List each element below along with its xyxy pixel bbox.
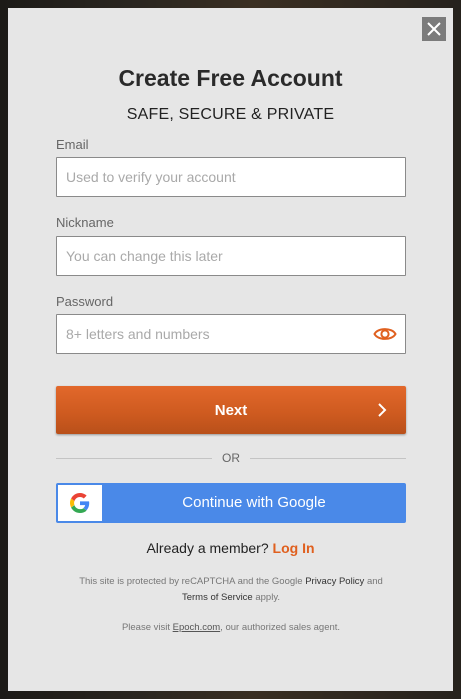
terms-of-service-link[interactable]: Terms of Service bbox=[182, 592, 253, 603]
password-label: Password bbox=[56, 294, 114, 309]
password-field[interactable] bbox=[57, 315, 405, 353]
continue-with-google-button[interactable]: Continue with Google bbox=[56, 483, 406, 523]
close-icon bbox=[427, 22, 441, 36]
recaptcha-notice: This site is protected by reCAPTCHA and … bbox=[56, 574, 406, 606]
divider-line-right bbox=[250, 457, 406, 459]
or-label: OR bbox=[222, 451, 240, 465]
or-divider: OR bbox=[56, 450, 406, 466]
recaptcha-prefix: This site is protected by reCAPTCHA and … bbox=[79, 576, 303, 587]
nickname-field-wrapper bbox=[56, 236, 406, 276]
page-title: Create Free Account bbox=[118, 65, 343, 91]
eye-icon[interactable] bbox=[373, 324, 397, 344]
email-field[interactable] bbox=[57, 158, 405, 196]
next-button[interactable]: Next bbox=[56, 386, 406, 434]
page-subtitle: SAFE, SECURE & PRIVATE bbox=[126, 106, 335, 123]
close-button[interactable] bbox=[422, 17, 446, 41]
agent-prefix: Please visit bbox=[121, 622, 170, 633]
google-button-label: Continue with Google bbox=[182, 494, 326, 511]
google-logo-box bbox=[58, 485, 102, 521]
nickname-label: Nickname bbox=[56, 215, 114, 230]
agent-suffix: , our authorized sales agent. bbox=[220, 622, 341, 633]
password-field-wrapper bbox=[56, 314, 406, 354]
recaptcha-suffix: apply. bbox=[255, 592, 281, 603]
next-button-label: Next bbox=[214, 401, 248, 419]
email-field-wrapper bbox=[56, 157, 406, 197]
privacy-policy-link[interactable]: Privacy Policy bbox=[305, 576, 364, 587]
recaptcha-and: and bbox=[366, 576, 383, 587]
signup-modal: Create Free Account SAFE, SECURE & PRIVA… bbox=[8, 8, 453, 691]
login-link[interactable]: Log In bbox=[273, 540, 315, 556]
member-prompt: Already a member? bbox=[146, 540, 269, 556]
email-label: Email bbox=[56, 137, 89, 152]
nickname-field[interactable] bbox=[57, 237, 405, 275]
google-logo-icon bbox=[70, 493, 90, 513]
divider-line-left bbox=[56, 457, 212, 459]
member-prompt-row: Already a member? Log In bbox=[8, 540, 453, 556]
chevron-right-icon bbox=[378, 403, 387, 417]
epoch-link[interactable]: Epoch.com bbox=[173, 622, 221, 633]
sales-agent-notice: Please visit Epoch.com, our authorized s… bbox=[56, 620, 406, 636]
